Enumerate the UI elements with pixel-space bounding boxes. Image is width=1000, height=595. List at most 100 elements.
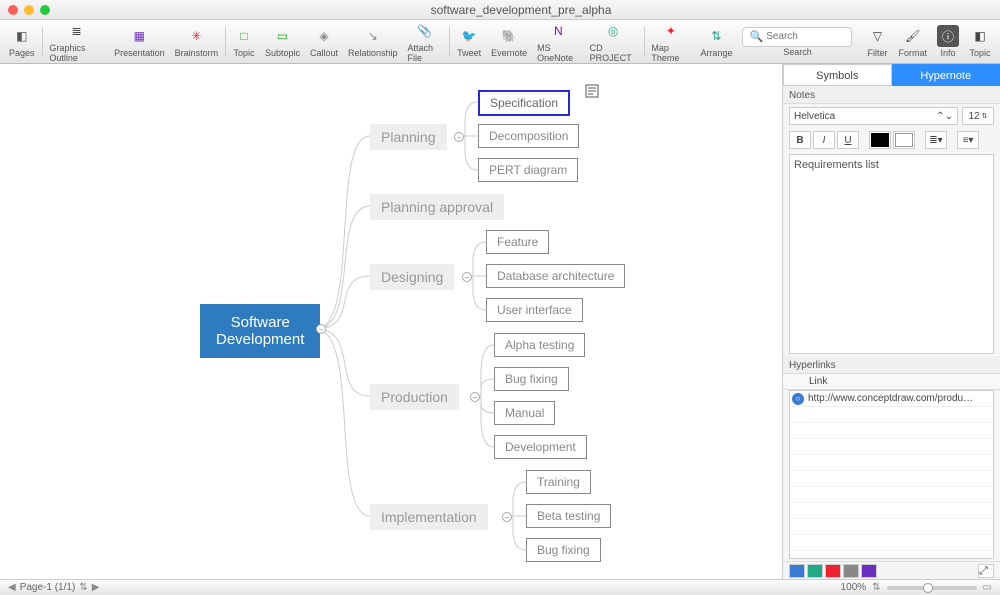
link-row[interactable] (790, 423, 993, 439)
format-icon: 🖌 (902, 25, 924, 47)
branch-node[interactable]: Planning approval (370, 194, 504, 220)
tb-map-theme[interactable]: ✦Map Theme (646, 20, 695, 63)
link-table[interactable]: ○http://www.conceptdraw.com/produ… (789, 390, 994, 559)
leaf-node[interactable]: Specification (478, 90, 570, 116)
canvas[interactable]: SoftwareDevelopment−Planning−Specificati… (0, 64, 782, 579)
zoom-stepper-icon[interactable]: ⇅ (872, 582, 880, 593)
leaf-node[interactable]: Training (526, 470, 591, 494)
tb-info[interactable]: ⓘInfo (932, 25, 964, 58)
search-input[interactable] (766, 31, 846, 42)
page-stepper-icon[interactable]: ⇅ (79, 582, 87, 593)
tb-cd-project[interactable]: ◎CD PROJECT (585, 20, 642, 63)
tb-topic-panel[interactable]: ◧Topic (964, 25, 996, 58)
link-row[interactable] (790, 487, 993, 503)
list-button[interactable]: ≣▾ (925, 131, 947, 149)
link-expand-button[interactable]: ⤢ (978, 564, 994, 578)
branch-node[interactable]: Designing (370, 264, 454, 290)
tweet-icon: 🐦 (458, 25, 480, 47)
branch-collapse[interactable]: − (462, 272, 472, 282)
minimize-window-button[interactable] (24, 5, 34, 15)
fill-color-button[interactable] (893, 131, 915, 149)
link-row[interactable] (790, 407, 993, 423)
tab-hypernote[interactable]: Hypernote (892, 64, 1000, 86)
link-action-4[interactable] (843, 564, 859, 578)
link-row[interactable] (790, 503, 993, 519)
link-action-2[interactable] (807, 564, 823, 578)
link-row[interactable] (790, 455, 993, 471)
branch-collapse[interactable]: − (502, 512, 512, 522)
underline-button[interactable]: U (837, 131, 859, 149)
search-box[interactable]: 🔍 (742, 27, 852, 47)
link-action-5[interactable] (861, 564, 877, 578)
prev-page-button[interactable]: ◀ (8, 582, 16, 593)
leaf-node[interactable]: Alpha testing (494, 333, 585, 357)
font-size-stepper[interactable]: 12 ⇅ (962, 107, 994, 125)
tb-pages[interactable]: ◧Pages (4, 25, 40, 58)
link-url: http://www.conceptdraw.com/produ… (808, 393, 991, 404)
tab-symbols[interactable]: Symbols (783, 64, 892, 86)
evernote-icon: 🐘 (498, 25, 520, 47)
graphics-outline-label: Graphics Outline (49, 43, 104, 63)
filter-icon: ▽ (866, 25, 888, 47)
align-button[interactable]: ≡▾ (957, 131, 979, 149)
filter-label: Filter (867, 48, 887, 58)
leaf-node[interactable]: Decomposition (478, 124, 579, 148)
tb-graphics-outline[interactable]: ≣Graphics Outline (44, 20, 109, 63)
cd-project-icon: ◎ (602, 20, 624, 42)
link-action-1[interactable] (789, 564, 805, 578)
callout-label: Callout (310, 48, 338, 58)
onenote-icon: N (547, 20, 569, 42)
tb-onenote[interactable]: NMS OneNote (532, 20, 584, 63)
tb-arrange[interactable]: ⇅Arrange (695, 25, 737, 58)
notes-textarea[interactable]: Requirements list (789, 154, 994, 354)
fit-button[interactable]: ▭ (983, 582, 992, 593)
leaf-node[interactable]: Feature (486, 230, 549, 254)
text-color-button[interactable] (869, 131, 891, 149)
info-icon: ⓘ (937, 25, 959, 47)
leaf-node[interactable]: Manual (494, 401, 555, 425)
tb-evernote[interactable]: 🐘Evernote (486, 25, 532, 58)
leaf-node[interactable]: Bug fixing (526, 538, 601, 562)
root-collapse[interactable]: − (316, 324, 326, 334)
link-row[interactable]: ○http://www.conceptdraw.com/produ… (790, 391, 993, 407)
root-node[interactable]: SoftwareDevelopment (200, 304, 320, 358)
tb-filter[interactable]: ▽Filter (861, 25, 893, 58)
tb-presentation[interactable]: ▦Presentation (109, 25, 170, 58)
tb-attach-file[interactable]: 📎Attach File (403, 20, 448, 63)
tb-subtopic[interactable]: ▭Subtopic (260, 25, 305, 58)
leaf-node[interactable]: User interface (486, 298, 583, 322)
leaf-node[interactable]: Bug fixing (494, 367, 569, 391)
arrange-icon: ⇅ (705, 25, 727, 47)
close-window-button[interactable] (8, 5, 18, 15)
link-action-3[interactable] (825, 564, 841, 578)
leaf-node[interactable]: Development (494, 435, 587, 459)
tb-tweet[interactable]: 🐦Tweet (452, 25, 486, 58)
link-row[interactable] (790, 471, 993, 487)
zoom-slider[interactable] (887, 586, 977, 590)
leaf-node[interactable]: Beta testing (526, 504, 611, 528)
branch-node[interactable]: Implementation (370, 504, 488, 530)
link-row[interactable] (790, 519, 993, 535)
italic-button[interactable]: I (813, 131, 835, 149)
bold-button[interactable]: B (789, 131, 811, 149)
tb-brainstorm[interactable]: ✳Brainstorm (170, 25, 224, 58)
leaf-node[interactable]: PERT diagram (478, 158, 578, 182)
tb-relationship[interactable]: ↘Relationship (343, 25, 403, 58)
tb-callout[interactable]: ◈Callout (305, 25, 343, 58)
leaf-node[interactable]: Database architecture (486, 264, 625, 288)
stepper-arrows-icon: ⇅ (982, 112, 988, 120)
maximize-window-button[interactable] (40, 5, 50, 15)
topic-panel-label: Topic (969, 48, 990, 58)
link-row[interactable] (790, 535, 993, 551)
link-row[interactable] (790, 439, 993, 455)
onenote-label: MS OneNote (537, 43, 579, 63)
next-page-button[interactable]: ▶ (92, 582, 100, 593)
tb-topic[interactable]: □Topic (228, 25, 260, 58)
font-select[interactable]: Helvetica ⌃⌄ (789, 107, 958, 125)
branch-node[interactable]: Planning (370, 124, 447, 150)
branch-collapse[interactable]: − (454, 132, 464, 142)
cd-project-label: CD PROJECT (590, 43, 637, 63)
tb-format[interactable]: 🖌Format (893, 25, 932, 58)
branch-collapse[interactable]: − (470, 392, 480, 402)
branch-node[interactable]: Production (370, 384, 459, 410)
